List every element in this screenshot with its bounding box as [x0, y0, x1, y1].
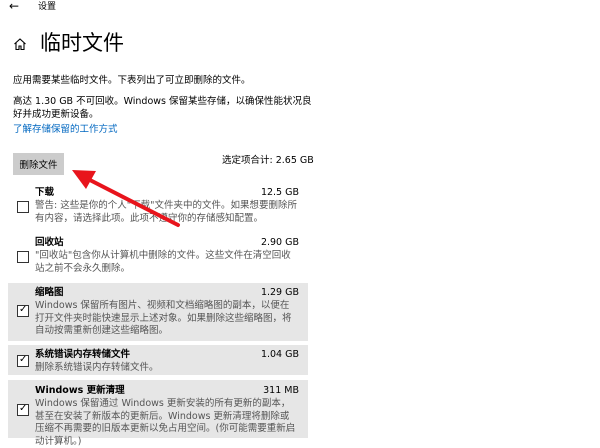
list-item-recycle-bin[interactable]: 回收站 2.90 GB "回收站"包含你从计算机中删除的文件。这些文件在清空回收…: [8, 234, 308, 280]
item-description: Windows 保留所有图片、视频和文档缩略图的副本，以便在打开文件夹时能快速显…: [35, 300, 292, 336]
item-name: 缩略图: [35, 287, 64, 298]
item-description: 警告: 这些是你的个人"下载"文件夹中的文件。如果想要删除所有内容，请选择此项。…: [35, 200, 297, 224]
item-size: 1.29 GB: [260, 287, 299, 298]
item-description: 删除系统错误内存转储文件。: [35, 362, 159, 373]
downloads-checkbox[interactable]: [17, 201, 29, 213]
check-icon: ✓: [19, 354, 28, 365]
home-icon[interactable]: [13, 37, 27, 51]
list-item-thumbnails[interactable]: ✓ 缩略图 1.29 GB Windows 保留所有图片、视频和文档缩略图的副本…: [8, 283, 308, 341]
item-name: 系统错误内存转储文件: [35, 349, 131, 360]
check-icon: ✓: [19, 304, 28, 315]
item-size: 311 MB: [263, 385, 299, 396]
window-title: 设置: [38, 2, 57, 12]
page-title: 临时文件: [40, 31, 124, 55]
item-name: 回收站: [35, 237, 64, 248]
delete-files-button[interactable]: 删除文件: [13, 153, 64, 175]
item-description: "回收站"包含你从计算机中删除的文件。这些文件在清空回收站之前不会永久删除。: [35, 250, 291, 274]
thumbnails-checkbox[interactable]: ✓: [17, 304, 29, 317]
item-name: 下载: [35, 187, 55, 198]
windows-update-cleanup-checkbox[interactable]: ✓: [17, 403, 29, 416]
total-selected-size: 选定项合计: 2.65 GB: [222, 155, 314, 166]
item-description: Windows 保留通过 Windows 更新安装的所有更新的副本，甚至在安装了…: [35, 398, 296, 447]
item-name: Windows 更新清理: [35, 385, 125, 396]
item-size: 1.04 GB: [260, 349, 299, 360]
list-item-downloads[interactable]: 下载 12.5 GB 警告: 这些是你的个人"下载"文件夹中的文件。如果想要删除…: [8, 184, 308, 230]
title-bar: ← 设置: [0, 0, 600, 14]
recycle-bin-checkbox[interactable]: [17, 251, 29, 263]
list-item-windows-update-cleanup[interactable]: ✓ Windows 更新清理 311 MB Windows 保留通过 Windo…: [8, 380, 308, 447]
reserved-storage-text: 高达 1.30 GB 不可回收。Windows 保留某些存储，以确保性能状况良好…: [13, 96, 312, 120]
memory-dump-checkbox[interactable]: ✓: [17, 354, 29, 367]
list-item-memory-dump[interactable]: ✓ 系统错误内存转储文件 1.04 GB 删除系统错误内存转储文件。: [8, 345, 308, 375]
item-size: 2.90 GB: [260, 237, 299, 248]
learn-reserved-storage-link[interactable]: 了解存储保留的工作方式: [13, 123, 118, 136]
back-arrow-icon[interactable]: ←: [9, 0, 19, 13]
check-icon: ✓: [19, 403, 28, 414]
intro-text: 应用需要某些临时文件。下表列出了可立即删除的文件。: [13, 75, 251, 86]
item-size: 12.5 GB: [260, 187, 299, 198]
